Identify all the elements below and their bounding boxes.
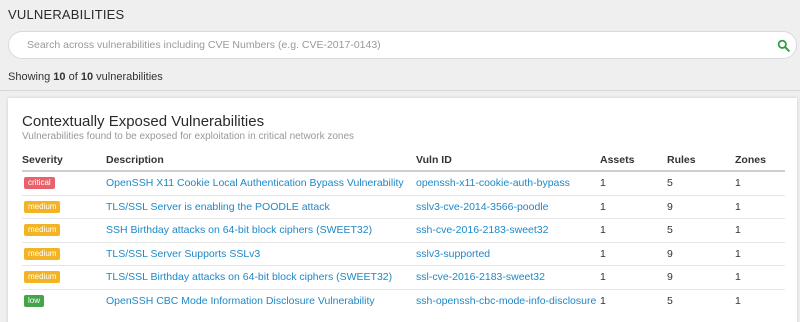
table-header: Severity Description Vuln ID Assets Rule…: [22, 146, 785, 172]
summary-suffix: vulnerabilities: [96, 71, 163, 83]
severity-badge: medium: [24, 247, 61, 260]
severity-badge: medium: [24, 271, 61, 283]
severity-badge: critical: [24, 177, 55, 189]
table-row[interactable]: critical OpenSSH X11 Cookie Local Authen…: [22, 172, 785, 196]
assets-count: 1: [600, 294, 606, 307]
zones-count: 1: [735, 224, 741, 236]
column-header-rules[interactable]: Rules: [667, 154, 696, 166]
vuln-id-link[interactable]: sslv3-supported: [416, 248, 490, 260]
rules-count: 9: [667, 247, 673, 260]
summary-of: of: [68, 71, 78, 83]
vuln-id-link[interactable]: openssh-x11-cookie-auth-bypass: [416, 177, 570, 189]
zones-count: 1: [735, 294, 741, 307]
assets-count: 1: [600, 200, 606, 213]
description-link[interactable]: TLS/SSL Server Supports SSLv3: [106, 248, 260, 260]
column-header-severity[interactable]: Severity: [22, 154, 63, 166]
summary-shown-count: 10: [53, 71, 66, 83]
table-row[interactable]: medium TLS/SSL Server is enabling the PO…: [22, 196, 785, 219]
assets-count: 1: [600, 247, 606, 260]
zones-count: 1: [735, 177, 741, 189]
rules-count: 5: [667, 177, 673, 189]
severity-badge: medium: [24, 224, 61, 236]
vuln-id-link[interactable]: ssh-openssh-cbc-mode-info-disclosure: [416, 295, 596, 307]
description-link[interactable]: OpenSSH X11 Cookie Local Authentication …: [106, 177, 404, 189]
zones-count: 1: [735, 271, 741, 283]
table-row[interactable]: medium TLS/SSL Server Supports SSLv3 ssl…: [22, 243, 785, 266]
divider: [0, 90, 800, 91]
rules-count: 9: [667, 200, 673, 213]
column-header-assets[interactable]: Assets: [600, 154, 634, 166]
vuln-id-link[interactable]: ssl-cve-2016-2183-sweet32: [416, 271, 545, 283]
column-header-vuln-id[interactable]: Vuln ID: [416, 154, 452, 166]
table-row[interactable]: medium SSH Birthday attacks on 64-bit bl…: [22, 219, 785, 243]
search-input[interactable]: [27, 32, 757, 58]
page-title: VULNERABILITIES: [8, 7, 125, 22]
assets-count: 1: [600, 271, 606, 283]
description-link[interactable]: OpenSSH CBC Mode Information Disclosure …: [106, 295, 375, 307]
column-header-zones[interactable]: Zones: [735, 154, 766, 166]
card-title: Contextually Exposed Vulnerabilities: [22, 113, 265, 130]
search-icon[interactable]: [777, 39, 790, 52]
rules-count: 9: [667, 271, 673, 283]
rules-count: 5: [667, 294, 673, 307]
severity-badge: medium: [24, 200, 61, 213]
search-bar: [8, 31, 797, 59]
zones-count: 1: [735, 200, 741, 213]
table-row[interactable]: medium TLS/SSL Birthday attacks on 64-bi…: [22, 266, 785, 290]
vulnerabilities-table: Severity Description Vuln ID Assets Rule…: [22, 146, 785, 313]
description-link[interactable]: TLS/SSL Server is enabling the POODLE at…: [106, 201, 330, 213]
exposed-vulnerabilities-card: Contextually Exposed Vulnerabilities Vul…: [8, 98, 797, 322]
summary-prefix: Showing: [8, 71, 51, 83]
description-link[interactable]: TLS/SSL Birthday attacks on 64-bit block…: [106, 271, 392, 283]
column-header-description[interactable]: Description: [106, 154, 164, 166]
assets-count: 1: [600, 177, 606, 189]
results-summary: Showing 10 of 10 vulnerabilities: [8, 71, 163, 83]
table-row[interactable]: low OpenSSH CBC Mode Information Disclos…: [22, 290, 785, 314]
vuln-id-link[interactable]: sslv3-cve-2014-3566-poodle: [416, 201, 549, 213]
assets-count: 1: [600, 224, 606, 236]
card-subtitle: Vulnerabilities found to be exposed for …: [22, 131, 355, 142]
zones-count: 1: [735, 247, 741, 260]
vuln-id-link[interactable]: ssh-cve-2016-2183-sweet32: [416, 224, 549, 236]
description-link[interactable]: SSH Birthday attacks on 64-bit block cip…: [106, 224, 372, 236]
rules-count: 5: [667, 224, 673, 236]
summary-total-count: 10: [80, 71, 94, 83]
severity-badge: low: [24, 294, 45, 307]
